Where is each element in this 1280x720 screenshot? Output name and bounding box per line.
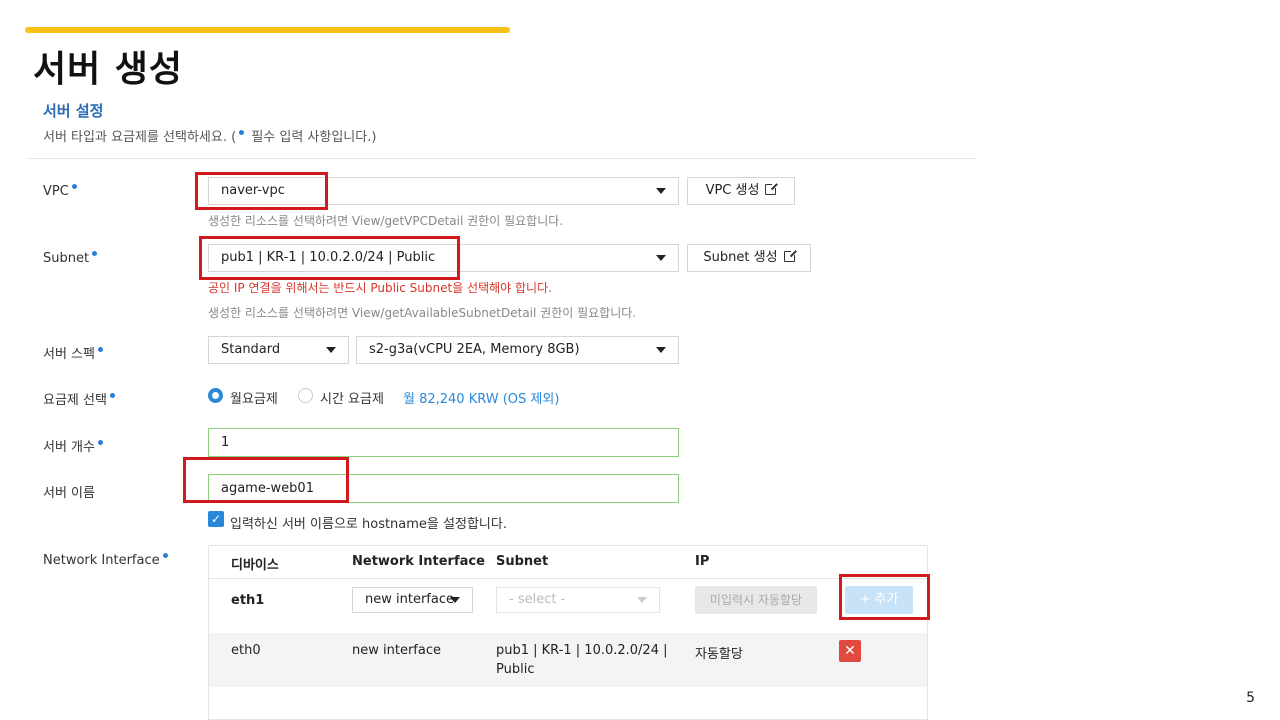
subnet-select-value: pub1 | KR-1 | 10.0.2.0/24 | Public [221, 250, 436, 265]
name-label-text: 서버 이름 [43, 486, 95, 501]
create-subnet-button-label: Subnet 생성 [703, 250, 778, 265]
section-desc-after: 필수 입력 사항입니다.) [247, 130, 377, 145]
table-row: eth0 new interface pub1 | KR-1 | 10.0.2.… [209, 633, 927, 687]
server-count-input[interactable]: 1 [208, 428, 679, 457]
external-link-icon [783, 249, 797, 262]
row-subnet-line1: pub1 | KR-1 | 10.0.2.0/24 | [496, 643, 668, 658]
subnet-label-text: Subnet [43, 251, 90, 266]
network-interface-label: Network Interface [43, 553, 168, 568]
hourly-radio-label: 시간 요금제 [320, 392, 384, 407]
required-dot-icon [97, 347, 103, 352]
add-interface-button[interactable]: + 추가 [845, 586, 913, 614]
required-dot-icon [239, 130, 245, 135]
table-row: eth1 new interface - select - 미입력시 자동할당 … [209, 580, 927, 632]
pricing-label-text: 요금제 선택 [43, 393, 107, 408]
required-dot-icon [97, 440, 103, 445]
subnet-label: Subnet [43, 251, 98, 266]
section-title: 서버 설정 [43, 102, 104, 120]
hostname-checkbox[interactable]: ✓ [208, 511, 224, 527]
chevron-down-icon [656, 347, 666, 353]
spec-type-value: Standard [221, 342, 281, 357]
network-interface-table: 디바이스 Network Interface Subnet IP eth1 ne… [208, 545, 928, 720]
create-subnet-button[interactable]: Subnet 생성 [687, 244, 811, 272]
monthly-radio-label: 월요금제 [230, 392, 278, 407]
server-count-value: 1 [221, 435, 230, 450]
monthly-radio[interactable] [208, 388, 223, 403]
create-vpc-button[interactable]: VPC 생성 [687, 177, 795, 205]
hourly-radio[interactable] [298, 388, 313, 403]
subnet-placeholder: - select - [509, 592, 566, 607]
price-text: 월 82,240 KRW (OS 제외) [403, 392, 560, 407]
spec-type-select[interactable]: Standard [208, 336, 349, 364]
vpc-select[interactable]: naver-vpc [208, 177, 679, 205]
server-name-input[interactable]: agame-web01 [208, 474, 679, 503]
accent-bar [25, 27, 510, 33]
chevron-down-icon [656, 255, 666, 261]
vpc-select-value: naver-vpc [221, 183, 285, 198]
external-link-icon [765, 182, 779, 195]
section-description: 서버 타입과 요금제를 선택하세요. ( 필수 입력 사항입니다.) [43, 126, 376, 145]
header-network-interface: Network Interface [352, 554, 485, 569]
network-interface-label-text: Network Interface [43, 553, 160, 568]
spec-select-value: s2-g3a(vCPU 2EA, Memory 8GB) [369, 342, 580, 357]
required-dot-icon [92, 251, 98, 256]
hostname-checkbox-label: 입력하신 서버 이름으로 hostname을 설정합니다. [230, 517, 507, 532]
required-dot-icon [109, 393, 115, 398]
vpc-label-text: VPC [43, 184, 69, 199]
chevron-down-icon [450, 597, 460, 603]
subnet-hint: 생성한 리소스를 선택하려면 View/getAvailableSubnetDe… [208, 306, 637, 320]
row-interface: new interface [352, 643, 441, 658]
divider [27, 158, 975, 159]
interface-select-value: new interface [365, 592, 454, 607]
page-number: 5 [1246, 690, 1255, 706]
vpc-hint: 생성한 리소스를 선택하려면 View/getVPCDetail 권한이 필요합… [208, 214, 564, 228]
new-row-device: eth1 [231, 593, 265, 608]
count-label-text: 서버 개수 [43, 440, 95, 455]
chevron-down-icon [656, 188, 666, 194]
server-name-value: agame-web01 [221, 481, 314, 496]
required-dot-icon [71, 184, 77, 189]
interface-select[interactable]: new interface [352, 587, 473, 613]
count-label: 서버 개수 [43, 436, 103, 455]
create-vpc-button-label: VPC 생성 [705, 183, 760, 198]
row-ip: 자동할당 [695, 647, 743, 662]
row-subnet-line2: Public [496, 662, 535, 677]
spec-label-text: 서버 스펙 [43, 347, 95, 362]
delete-icon[interactable]: ✕ [839, 640, 861, 662]
table-header: 디바이스 Network Interface Subnet IP [209, 546, 927, 579]
required-dot-icon [162, 553, 168, 558]
subnet-select[interactable]: pub1 | KR-1 | 10.0.2.0/24 | Public [208, 244, 679, 272]
subnet-select-disabled[interactable]: - select - [496, 587, 660, 613]
subnet-error: 공인 IP 연결을 위해서는 반드시 Public Subnet을 선택해야 합… [208, 281, 552, 295]
row-device: eth0 [231, 643, 261, 658]
pricing-label: 요금제 선택 [43, 389, 115, 408]
ip-auto-assign-button[interactable]: 미입력시 자동할당 [695, 586, 817, 614]
vpc-label: VPC [43, 184, 77, 199]
header-device: 디바이스 [231, 558, 279, 573]
spec-select[interactable]: s2-g3a(vCPU 2EA, Memory 8GB) [356, 336, 679, 364]
section-desc-before: 서버 타입과 요금제를 선택하세요. ( [43, 130, 237, 145]
slide-title: 서버 생성 [33, 49, 184, 90]
header-ip: IP [695, 554, 710, 569]
chevron-down-icon [637, 597, 647, 603]
spec-label: 서버 스펙 [43, 343, 103, 362]
chevron-down-icon [326, 347, 336, 353]
header-subnet: Subnet [496, 554, 549, 569]
name-label: 서버 이름 [43, 482, 95, 501]
